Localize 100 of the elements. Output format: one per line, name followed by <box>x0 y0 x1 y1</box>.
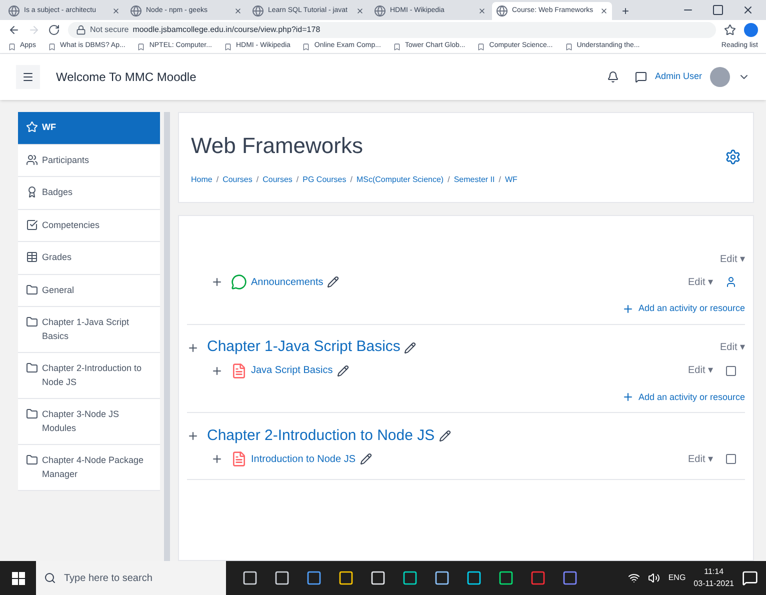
close-icon[interactable] <box>600 7 608 15</box>
taskbar-app-icon[interactable] <box>498 570 514 586</box>
taskbar-app-icon[interactable] <box>434 570 450 586</box>
nav-item[interactable]: Competencies <box>18 210 160 242</box>
nav-item[interactable]: WF <box>18 112 160 144</box>
folder-icon <box>26 284 38 296</box>
section-title[interactable]: Chapter 2-Introduction to Node JS <box>207 424 435 448</box>
volume-icon <box>648 572 660 584</box>
checkbox-icon[interactable] <box>725 453 737 465</box>
add-activity-link[interactable]: Add an activity or resource <box>622 390 745 404</box>
tab-favicon-icon <box>374 5 386 17</box>
bookmark-icon <box>564 42 573 50</box>
course-icon <box>26 121 38 133</box>
breadcrumb-link[interactable]: Semester II <box>454 174 495 186</box>
language-indicator[interactable]: ENG <box>668 572 686 584</box>
breadcrumb-link[interactable]: Home <box>191 174 212 186</box>
nav-item[interactable]: Participants <box>18 144 160 177</box>
close-icon[interactable] <box>234 7 242 15</box>
taskbar-app-icon[interactable] <box>402 570 418 586</box>
edit-menu[interactable]: Edit ▾ <box>688 363 713 378</box>
user-avatar[interactable] <box>710 67 730 87</box>
course-title: Web Frameworks <box>191 132 364 160</box>
move-icon[interactable] <box>211 276 223 288</box>
taskbar-app-icon[interactable] <box>306 570 322 586</box>
breadcrumb-separator: / <box>350 174 352 186</box>
scrollbar[interactable] <box>164 112 170 561</box>
bookmark-icon <box>48 42 56 50</box>
move-icon[interactable] <box>187 342 199 354</box>
breadcrumb-link[interactable]: Courses <box>262 174 292 186</box>
new-tab-button[interactable]: + <box>614 2 638 20</box>
forum-icon <box>231 274 247 290</box>
nav-item[interactable]: Badges <box>18 177 160 210</box>
move-icon[interactable] <box>211 364 223 376</box>
menu-icon <box>22 71 34 83</box>
menu-button[interactable] <box>16 65 40 89</box>
activity-link[interactable]: Announcements <box>251 274 324 290</box>
folder-icon <box>26 408 38 420</box>
edit-menu[interactable]: Edit ▾ <box>688 274 713 290</box>
activity-link[interactable]: Introduction to Node JS <box>251 452 356 466</box>
edit-pencil-icon[interactable] <box>438 430 451 442</box>
edit-pencil-icon[interactable] <box>327 276 340 288</box>
breadcrumb-separator: / <box>216 174 219 186</box>
clock-time: 11:14 <box>704 566 724 578</box>
nav-item[interactable]: General <box>18 274 160 307</box>
taskbar-search-field[interactable]: Type here to search <box>36 561 226 595</box>
back-icon[interactable] <box>8 24 20 36</box>
message-icon[interactable] <box>634 71 647 83</box>
address-bar[interactable]: Not secure moodle.jsbamcollege.edu.in/course/view.php?id=178 <box>68 22 716 38</box>
bookmark-icon <box>8 42 16 50</box>
plus-icon <box>622 391 634 404</box>
add-activity-link[interactable]: Add an activity or resource <box>622 302 745 316</box>
breadcrumb-link[interactable]: WF <box>504 174 518 186</box>
close-icon[interactable] <box>112 7 120 15</box>
tab-favicon-icon <box>8 5 20 17</box>
breadcrumb-link[interactable]: Courses <box>222 174 252 186</box>
notification-icon[interactable] <box>606 71 619 83</box>
edit-pencil-icon[interactable] <box>336 364 349 376</box>
user-name[interactable]: Admin User <box>654 70 702 84</box>
nav-item[interactable]: Grades <box>18 242 160 274</box>
site-name[interactable]: Welcome To MMC Moodle <box>56 68 196 86</box>
settings-icon[interactable] <box>725 149 741 165</box>
bookmark-icon <box>392 42 401 50</box>
people-icon <box>26 154 38 166</box>
bookmark-star-icon[interactable] <box>724 24 736 36</box>
edit-pencil-icon[interactable] <box>360 453 372 465</box>
close-icon[interactable] <box>742 4 754 16</box>
breadcrumb-link[interactable]: MSc(Computer Science) <box>356 174 444 186</box>
bookmark-icon <box>137 42 146 50</box>
activity-link[interactable]: Java Script Basics <box>251 363 333 378</box>
url-text: moodle.jsbamcollege.edu.in/course/view.php?id=178 <box>132 24 320 36</box>
edit-pencil-icon[interactable] <box>404 342 416 354</box>
nav-item[interactable]: Chapter 2-Introduction to Node JS <box>18 353 160 399</box>
notification-center-icon[interactable] <box>742 570 758 586</box>
reload-icon[interactable] <box>48 24 60 36</box>
nav-item[interactable]: Chapter 1-Java Script Basics <box>18 307 160 353</box>
breadcrumb-separator: / <box>256 174 259 186</box>
breadcrumb-link[interactable]: PG Courses <box>302 174 346 186</box>
bookmark-icon <box>302 42 310 50</box>
edit-menu[interactable]: Edit ▾ <box>720 340 745 355</box>
nav-item[interactable]: Chapter 3-Node JS Modules <box>18 399 160 445</box>
section-title[interactable]: Chapter 1-Java Script Basics <box>207 336 400 359</box>
document-icon <box>231 451 247 467</box>
tab-favicon-icon <box>130 5 142 17</box>
taskbar-app-icon[interactable] <box>338 570 354 586</box>
grid-icon <box>26 251 38 263</box>
move-icon[interactable] <box>187 430 199 442</box>
user-icon <box>725 276 737 288</box>
profile-avatar[interactable] <box>744 23 758 37</box>
edit-menu[interactable]: Edit ▾ <box>720 252 745 266</box>
close-icon[interactable] <box>356 7 364 15</box>
nav-item[interactable]: Chapter 4-Node Package Manager <box>18 445 160 491</box>
move-icon[interactable] <box>211 453 223 465</box>
badge-icon <box>26 186 38 198</box>
close-icon[interactable] <box>478 7 486 15</box>
edit-menu[interactable]: Edit ▾ <box>688 452 713 466</box>
folder-icon <box>26 454 38 466</box>
maximize-icon[interactable] <box>712 4 724 16</box>
tab-favicon-icon <box>252 5 264 17</box>
checkbox-icon[interactable] <box>725 364 737 376</box>
taskbar-app-icon[interactable] <box>466 570 482 586</box>
